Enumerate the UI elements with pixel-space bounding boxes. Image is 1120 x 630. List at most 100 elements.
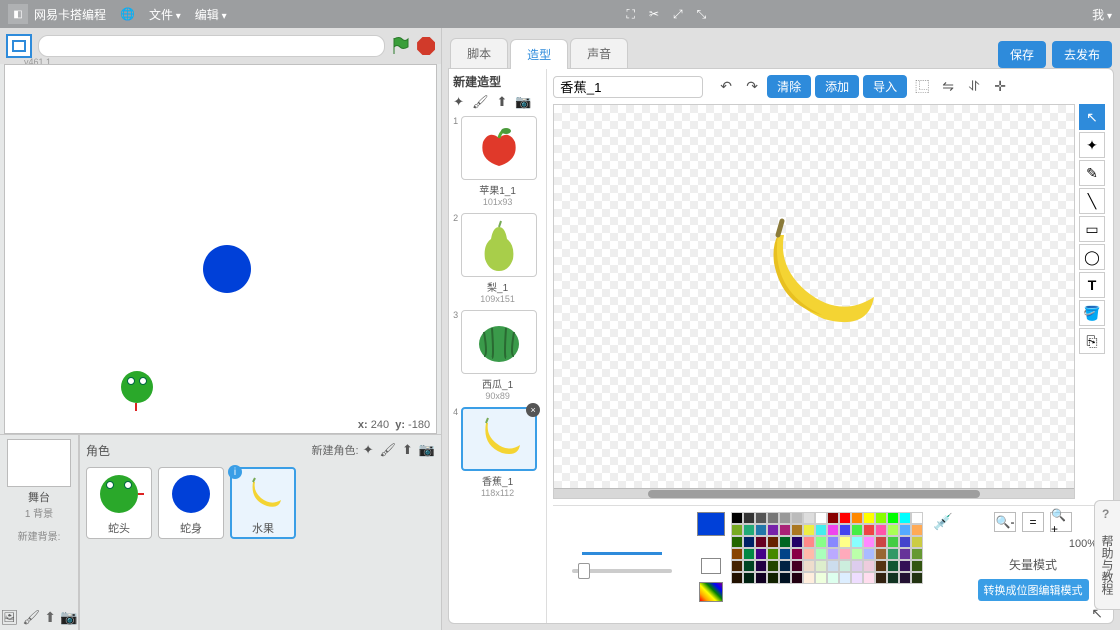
costume-camera-icon[interactable]: 📷 — [515, 94, 531, 110]
palette-swatch[interactable] — [875, 560, 887, 572]
palette-swatch[interactable] — [875, 548, 887, 560]
cut-tool-icon[interactable]: ✂ — [649, 7, 659, 22]
palette-swatch[interactable] — [875, 524, 887, 536]
palette-swatch[interactable] — [803, 536, 815, 548]
delete-costume-icon[interactable]: × — [526, 403, 540, 417]
palette-swatch[interactable] — [779, 524, 791, 536]
backdrop-camera-icon[interactable]: 📷 — [60, 609, 77, 626]
costume-item-pear[interactable]: 2 梨_1 109x151 — [453, 213, 542, 304]
color-palette[interactable] — [731, 512, 923, 584]
flip-h-icon[interactable]: ⇋ — [937, 76, 959, 98]
zoom-reset-icon[interactable]: = — [1022, 512, 1044, 532]
sprite-library-icon[interactable]: ✦ — [363, 442, 374, 458]
palette-swatch[interactable] — [827, 560, 839, 572]
palette-swatch[interactable] — [827, 572, 839, 584]
palette-swatch[interactable] — [911, 536, 923, 548]
save-button[interactable]: 保存 — [998, 41, 1046, 68]
edit-menu[interactable]: 编辑 — [195, 6, 227, 23]
palette-swatch[interactable] — [743, 560, 755, 572]
palette-swatch[interactable] — [887, 548, 899, 560]
palette-swatch[interactable] — [911, 572, 923, 584]
sprite-camera-icon[interactable]: 📷 — [419, 442, 435, 458]
palette-swatch[interactable] — [815, 512, 827, 524]
line-width-slider[interactable] — [572, 569, 672, 573]
palette-swatch[interactable] — [887, 560, 899, 572]
zoom-out-icon[interactable]: 🔍- — [994, 512, 1016, 532]
palette-swatch[interactable] — [743, 548, 755, 560]
palette-swatch[interactable] — [851, 572, 863, 584]
flip-v-icon[interactable]: ⥯ — [963, 76, 985, 98]
palette-swatch[interactable] — [839, 512, 851, 524]
current-outline-color[interactable] — [701, 558, 721, 574]
palette-swatch[interactable] — [731, 548, 743, 560]
line-tool-icon[interactable]: ╲ — [1079, 188, 1105, 214]
backdrop-upload-icon[interactable]: ⬆ — [44, 609, 56, 626]
palette-swatch[interactable] — [779, 548, 791, 560]
tab-costumes[interactable]: 造型 — [510, 39, 568, 69]
palette-swatch[interactable] — [815, 548, 827, 560]
palette-swatch[interactable] — [803, 512, 815, 524]
stage-sprite-snake-head[interactable] — [121, 371, 153, 403]
sprite-paint-icon[interactable]: 🖌 — [379, 442, 396, 458]
palette-swatch[interactable] — [851, 560, 863, 572]
palette-swatch[interactable] — [815, 524, 827, 536]
convert-mode-button[interactable]: 转换成位图编辑模式 — [978, 579, 1089, 601]
palette-swatch[interactable] — [803, 572, 815, 584]
costume-library-icon[interactable]: ✦ — [453, 94, 464, 110]
tab-scripts[interactable]: 脚本 — [450, 38, 508, 68]
clear-button[interactable]: 清除 — [767, 75, 811, 98]
import-button[interactable]: 导入 — [863, 75, 907, 98]
palette-swatch[interactable] — [791, 536, 803, 548]
file-menu[interactable]: 文件 — [149, 6, 181, 23]
green-flag-icon[interactable] — [391, 36, 411, 56]
palette-swatch[interactable] — [839, 560, 851, 572]
palette-swatch[interactable] — [791, 548, 803, 560]
palette-swatch[interactable] — [863, 560, 875, 572]
palette-swatch[interactable] — [827, 536, 839, 548]
backdrop-paint-icon[interactable]: 🖌 — [22, 609, 40, 626]
palette-swatch[interactable] — [887, 572, 899, 584]
stamp-tool-icon[interactable]: ⛶ — [627, 7, 635, 22]
palette-swatch[interactable] — [767, 536, 779, 548]
palette-swatch[interactable] — [899, 524, 911, 536]
stop-icon[interactable] — [417, 37, 435, 55]
palette-swatch[interactable] — [875, 572, 887, 584]
palette-swatch[interactable] — [911, 524, 923, 536]
palette-swatch[interactable] — [899, 548, 911, 560]
tab-sounds[interactable]: 声音 — [570, 38, 628, 68]
costume-paint-icon[interactable]: 🖌 — [472, 94, 489, 110]
palette-swatch[interactable] — [863, 512, 875, 524]
costume-upload-icon[interactable]: ⬆ — [497, 94, 508, 110]
palette-swatch[interactable] — [815, 572, 827, 584]
palette-swatch[interactable] — [779, 560, 791, 572]
palette-swatch[interactable] — [767, 512, 779, 524]
grow-tool-icon[interactable]: ⤢ — [673, 7, 683, 22]
current-fill-color[interactable] — [697, 512, 725, 536]
sprite-card-snake-body[interactable]: 蛇身 — [158, 467, 224, 539]
palette-swatch[interactable] — [779, 536, 791, 548]
sprite-info-icon[interactable]: i — [228, 465, 242, 479]
project-name-input[interactable] — [38, 35, 385, 57]
palette-swatch[interactable] — [803, 548, 815, 560]
palette-swatch[interactable] — [839, 524, 851, 536]
palette-swatch[interactable] — [767, 548, 779, 560]
zoom-in-icon[interactable]: 🔍+ — [1050, 512, 1072, 532]
palette-swatch[interactable] — [743, 512, 755, 524]
palette-swatch[interactable] — [791, 524, 803, 536]
palette-swatch[interactable] — [851, 536, 863, 548]
eyedropper-icon[interactable]: 💉 — [933, 512, 953, 532]
color-picker-icon[interactable] — [699, 582, 723, 602]
palette-swatch[interactable] — [791, 560, 803, 572]
palette-swatch[interactable] — [899, 512, 911, 524]
palette-swatch[interactable] — [899, 560, 911, 572]
palette-swatch[interactable] — [851, 512, 863, 524]
text-tool-icon[interactable]: T — [1079, 272, 1105, 298]
select-tool-icon[interactable]: ↖ — [1079, 104, 1105, 130]
palette-swatch[interactable] — [803, 560, 815, 572]
palette-swatch[interactable] — [827, 512, 839, 524]
reshape-tool-icon[interactable]: ✦ — [1079, 132, 1105, 158]
palette-swatch[interactable] — [839, 548, 851, 560]
palette-swatch[interactable] — [875, 512, 887, 524]
shrink-tool-icon[interactable]: ⤡ — [697, 7, 707, 22]
palette-swatch[interactable] — [887, 536, 899, 548]
